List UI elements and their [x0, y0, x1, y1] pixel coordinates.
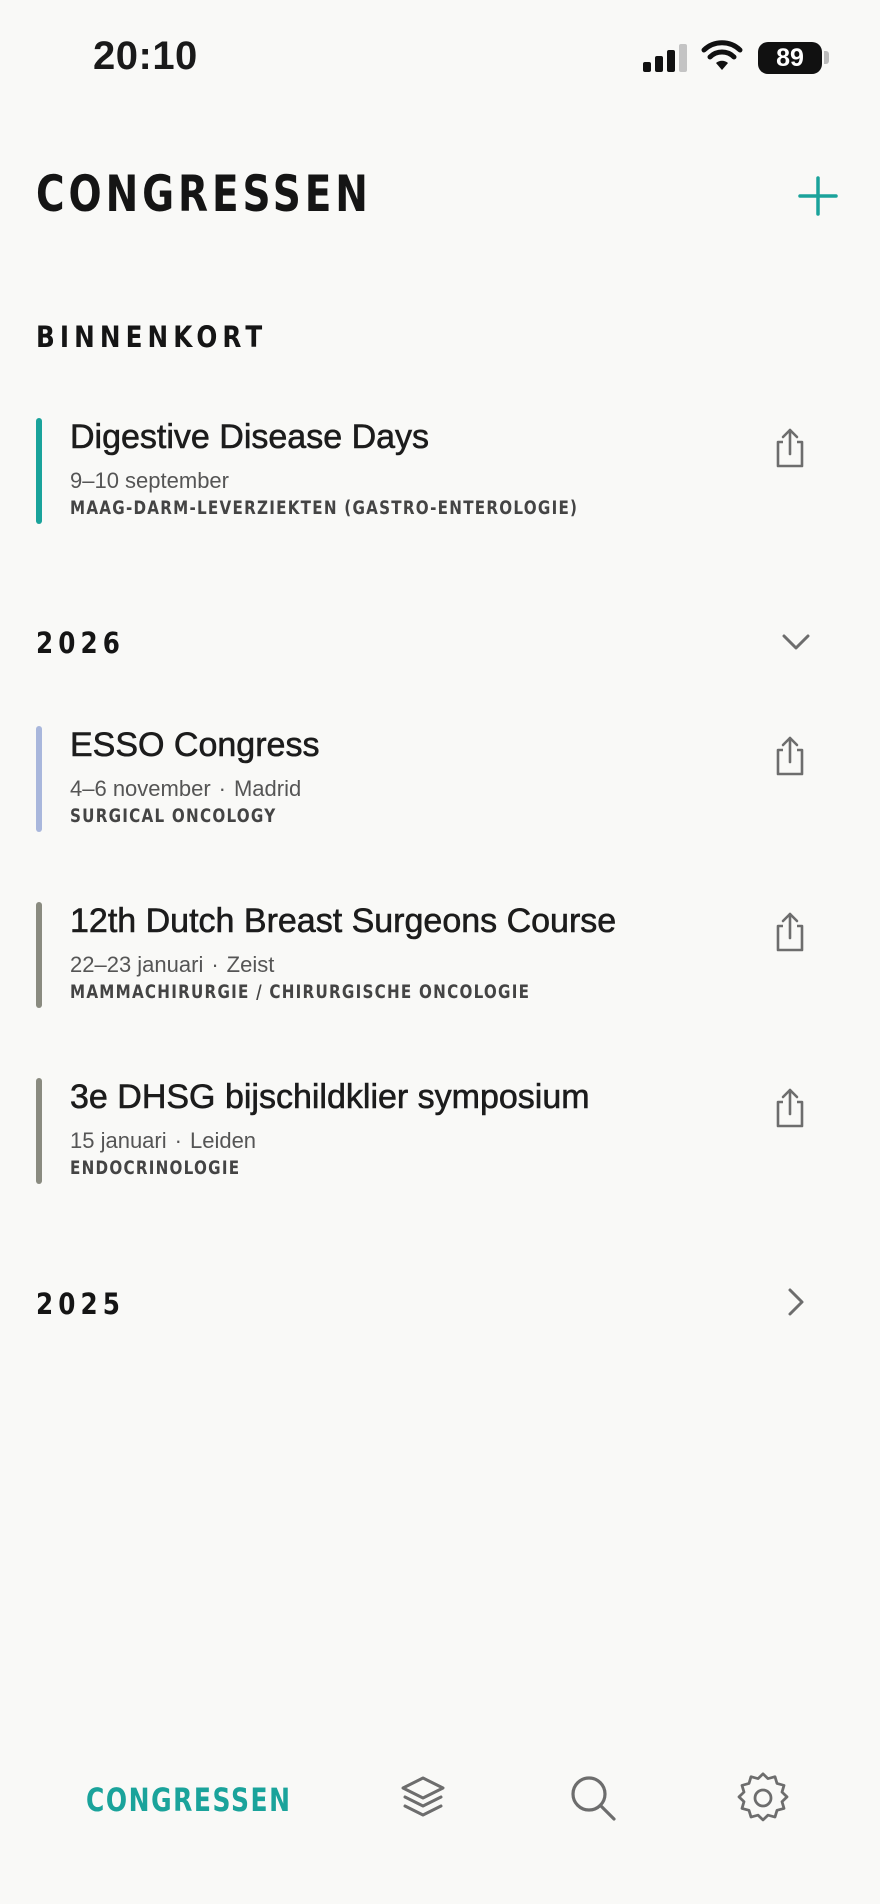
congress-date: 15 januari	[70, 1128, 167, 1153]
status-time: 20:10	[93, 34, 198, 78]
congress-category: ENDOCRINOLOGIE	[70, 1158, 241, 1179]
congress-category: MAMMACHIRURGIE / CHIRURGISCHE ONCOLOGIE	[70, 982, 531, 1003]
congress-date: 22–23 januari	[70, 952, 204, 977]
congress-meta: 4–6 november · Madrid	[70, 776, 301, 802]
battery-nub	[824, 51, 829, 64]
page-title: CONGRESSEN	[36, 165, 372, 223]
chevron-down-icon[interactable]	[778, 624, 814, 660]
meta-separator: ·	[218, 776, 226, 801]
share-icon[interactable]	[770, 910, 810, 954]
battery-indicator: 89	[758, 42, 822, 74]
congress-meta: 22–23 januari · Zeist	[70, 952, 274, 978]
congress-meta: 9–10 september	[70, 468, 229, 494]
meta-separator: ·	[211, 952, 219, 977]
congress-location: Zeist	[226, 952, 275, 977]
congress-location: Madrid	[233, 776, 302, 801]
gear-icon[interactable]	[737, 1772, 789, 1824]
category-color-bar	[36, 1078, 42, 1184]
congress-date: 9–10 september	[70, 468, 229, 493]
congress-title: ESSO Congress	[70, 726, 320, 765]
congress-card[interactable]: 3e DHSG bijschildklier symposium 15 janu…	[36, 1078, 826, 1184]
share-icon[interactable]	[770, 426, 810, 470]
category-color-bar	[36, 418, 42, 524]
congress-location: Leiden	[189, 1128, 257, 1153]
plus-icon[interactable]	[792, 170, 844, 222]
search-icon[interactable]	[567, 1772, 619, 1824]
congress-card[interactable]: ESSO Congress 4–6 november · Madrid SURGIC…	[36, 726, 826, 832]
congress-title: 3e DHSG bijschildklier symposium	[70, 1078, 590, 1117]
section-header-upcoming: BINNENKORT	[36, 320, 268, 354]
share-icon[interactable]	[770, 1086, 810, 1130]
section-header-2025[interactable]: 2025	[36, 1287, 125, 1321]
congress-category: MAAG-DARM-LEVERZIEKTEN (GASTRO-ENTEROLOG…	[70, 498, 579, 519]
congress-card[interactable]: 12th Dutch Breast Surgeons Course 22–23 …	[36, 902, 826, 1008]
layers-icon[interactable]	[397, 1772, 449, 1824]
congress-title: Digestive Disease Days	[70, 418, 430, 457]
meta-separator: ·	[174, 1128, 182, 1153]
congress-card[interactable]: Digestive Disease Days 9–10 september MA…	[36, 418, 826, 524]
congress-date: 4–6 november	[70, 776, 211, 801]
category-color-bar	[36, 902, 42, 1008]
congress-meta: 15 januari · Leiden	[70, 1128, 256, 1154]
wifi-icon	[701, 40, 743, 70]
share-icon[interactable]	[770, 734, 810, 778]
tab-congressen[interactable]: CONGRESSEN	[86, 1781, 292, 1819]
chevron-right-icon[interactable]	[778, 1284, 814, 1320]
section-header-2026[interactable]: 2026	[36, 626, 125, 660]
congress-title: 12th Dutch Breast Surgeons Course	[70, 902, 617, 941]
congress-category: SURGICAL ONCOLOGY	[70, 806, 277, 827]
status-bar: 20:10 89	[0, 0, 880, 116]
category-color-bar	[36, 726, 42, 832]
cellular-signal-icon	[643, 44, 687, 72]
